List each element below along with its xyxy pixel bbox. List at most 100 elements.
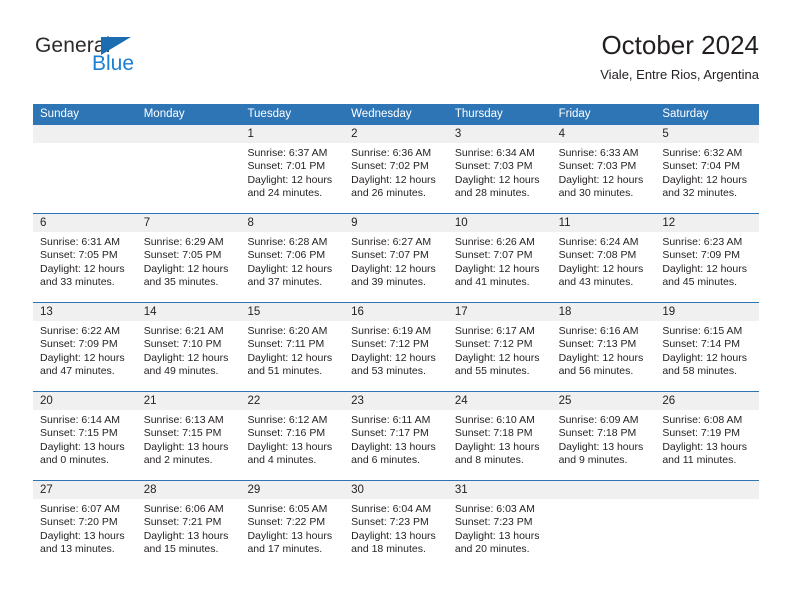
sunrise-text: Sunrise: 6:13 AM — [143, 414, 224, 426]
day-cell[interactable]: Sunrise: 6:37 AM Sunset: 7:01 PM Daylight:… — [240, 143, 344, 213]
daylight-text: Daylight: 12 hours — [351, 351, 436, 364]
sunset-text: Sunset: 7:23 PM — [454, 516, 533, 529]
sunset-text: Sunset: 7:11 PM — [247, 338, 325, 351]
day-number[interactable]: 27 — [33, 481, 137, 499]
day-number[interactable]: 7 — [137, 214, 241, 232]
day-cell[interactable]: Sunrise: 6:04 AM Sunset: 7:23 PM Daylight:… — [344, 499, 448, 569]
brand-logo[interactable]: General Blue — [35, 34, 255, 75]
day-number[interactable]: 26 — [655, 392, 759, 410]
daylight-text-cont: and 55 minutes. — [454, 365, 530, 378]
day-number[interactable]: 24 — [448, 392, 552, 410]
day-cell[interactable]: Sunrise: 6:19 AM Sunset: 7:12 PM Daylight:… — [344, 321, 448, 391]
day-number[interactable]: 8 — [240, 214, 344, 232]
day-cell-empty — [552, 499, 656, 569]
calendar-week-row: 27 28 29 30 31 Sunrise: 6:07 AM Sunset: 7:20 P… — [33, 480, 759, 569]
daylight-text-cont: and 43 minutes. — [558, 276, 634, 289]
day-number[interactable]: 14 — [137, 303, 241, 321]
day-cell[interactable]: Sunrise: 6:31 AM Sunset: 7:05 PM Daylight:… — [33, 232, 137, 302]
day-cell[interactable]: Sunrise: 6:21 AM Sunset: 7:10 PM Daylight:… — [137, 321, 241, 391]
day-number[interactable]: 5 — [655, 125, 759, 143]
day-cell[interactable]: Sunrise: 6:14 AM Sunset: 7:15 PM Daylight:… — [33, 410, 137, 480]
day-number[interactable]: 31 — [448, 481, 552, 499]
daylight-text: Daylight: 13 hours — [558, 440, 644, 453]
day-cell[interactable]: Sunrise: 6:20 AM Sunset: 7:11 PM Daylight:… — [240, 321, 344, 391]
daylight-text: Daylight: 13 hours — [143, 440, 229, 453]
day-number[interactable]: 13 — [33, 303, 137, 321]
day-cell[interactable]: Sunrise: 6:06 AM Sunset: 7:21 PM Daylight:… — [137, 499, 241, 569]
day-cell[interactable]: Sunrise: 6:12 AM Sunset: 7:16 PM Daylight:… — [240, 410, 344, 480]
sunset-text: Sunset: 7:09 PM — [662, 249, 740, 262]
day-cell[interactable]: Sunrise: 6:03 AM Sunset: 7:23 PM Daylight:… — [448, 499, 552, 569]
day-number[interactable]: 11 — [552, 214, 656, 232]
daylight-text-cont: and 58 minutes. — [662, 365, 738, 378]
day-cell[interactable]: Sunrise: 6:36 AM Sunset: 7:02 PM Daylight:… — [344, 143, 448, 213]
sunset-text: Sunset: 7:01 PM — [247, 160, 326, 173]
day-cell[interactable]: Sunrise: 6:10 AM Sunset: 7:18 PM Daylight:… — [448, 410, 552, 480]
day-number[interactable]: 9 — [344, 214, 448, 232]
day-number[interactable]: 20 — [33, 392, 137, 410]
day-number[interactable]: 29 — [240, 481, 344, 499]
day-number[interactable]: 16 — [344, 303, 448, 321]
day-number[interactable]: 4 — [552, 125, 656, 143]
daylight-text-cont: and 15 minutes. — [143, 543, 219, 556]
daylight-text: Daylight: 13 hours — [143, 529, 229, 542]
day-number[interactable]: 18 — [552, 303, 656, 321]
daylight-text-cont: and 33 minutes. — [40, 276, 115, 289]
day-cell[interactable]: Sunrise: 6:15 AM Sunset: 7:14 PM Daylight:… — [655, 321, 759, 391]
day-number[interactable]: 28 — [137, 481, 241, 499]
sunrise-text: Sunrise: 6:26 AM — [454, 236, 535, 248]
sunrise-text: Sunrise: 6:04 AM — [351, 503, 432, 515]
daylight-text: Daylight: 13 hours — [454, 529, 540, 542]
day-number[interactable]: 6 — [33, 214, 137, 232]
sunset-text: Sunset: 7:10 PM — [143, 338, 222, 351]
day-number[interactable]: 17 — [448, 303, 552, 321]
day-cell[interactable]: Sunrise: 6:33 AM Sunset: 7:03 PM Daylight:… — [552, 143, 656, 213]
day-cell[interactable]: Sunrise: 6:29 AM Sunset: 7:05 PM Daylight:… — [137, 232, 241, 302]
daylight-text-cont: and 2 minutes. — [143, 454, 213, 467]
day-cell[interactable]: Sunrise: 6:27 AM Sunset: 7:07 PM Daylight:… — [344, 232, 448, 302]
day-cell[interactable]: Sunrise: 6:09 AM Sunset: 7:18 PM Daylight:… — [552, 410, 656, 480]
day-number[interactable]: 1 — [240, 125, 344, 143]
sunset-text: Sunset: 7:04 PM — [662, 160, 740, 173]
week-daynumber-band: 6 7 8 9 10 11 12 — [33, 214, 759, 232]
page-title: October 2024 — [601, 30, 759, 60]
daylight-text-cont: and 39 minutes. — [351, 276, 426, 289]
day-number[interactable]: 10 — [448, 214, 552, 232]
day-cell[interactable]: Sunrise: 6:22 AM Sunset: 7:09 PM Daylight:… — [33, 321, 137, 391]
sunset-text: Sunset: 7:23 PM — [351, 516, 429, 529]
day-number[interactable]: 21 — [137, 392, 241, 410]
day-number[interactable]: 23 — [344, 392, 448, 410]
day-cell[interactable]: Sunrise: 6:07 AM Sunset: 7:20 PM Daylight:… — [33, 499, 137, 569]
day-cell[interactable]: Sunrise: 6:28 AM Sunset: 7:06 PM Daylight:… — [240, 232, 344, 302]
day-cell[interactable]: Sunrise: 6:32 AM Sunset: 7:04 PM Daylight:… — [655, 143, 759, 213]
daylight-text: Daylight: 13 hours — [247, 529, 333, 542]
day-number[interactable]: 3 — [448, 125, 552, 143]
day-number[interactable]: 22 — [240, 392, 344, 410]
sunset-text: Sunset: 7:17 PM — [351, 427, 429, 440]
day-number[interactable]: 30 — [344, 481, 448, 499]
day-cell[interactable]: Sunrise: 6:08 AM Sunset: 7:19 PM Daylight:… — [655, 410, 759, 480]
daylight-text: Daylight: 12 hours — [454, 351, 540, 364]
sunrise-text: Sunrise: 6:37 AM — [247, 147, 328, 159]
day-number[interactable]: 2 — [344, 125, 448, 143]
sunrise-text: Sunrise: 6:33 AM — [558, 147, 639, 159]
daylight-text-cont: and 9 minutes. — [558, 454, 628, 467]
sunrise-text: Sunrise: 6:14 AM — [40, 414, 120, 426]
day-cell[interactable]: Sunrise: 6:17 AM Sunset: 7:12 PM Daylight:… — [448, 321, 552, 391]
day-cell[interactable]: Sunrise: 6:05 AM Sunset: 7:22 PM Daylight:… — [240, 499, 344, 569]
day-cell[interactable]: Sunrise: 6:23 AM Sunset: 7:09 PM Daylight:… — [655, 232, 759, 302]
day-number[interactable]: 19 — [655, 303, 759, 321]
day-cell[interactable]: Sunrise: 6:13 AM Sunset: 7:15 PM Daylight:… — [137, 410, 241, 480]
day-cell[interactable]: Sunrise: 6:11 AM Sunset: 7:17 PM Daylight:… — [344, 410, 448, 480]
day-cell[interactable]: Sunrise: 6:24 AM Sunset: 7:08 PM Daylight:… — [552, 232, 656, 302]
day-number[interactable]: 25 — [552, 392, 656, 410]
day-cell[interactable]: Sunrise: 6:26 AM Sunset: 7:07 PM Daylight:… — [448, 232, 552, 302]
day-number[interactable]: 12 — [655, 214, 759, 232]
day-number[interactable]: 15 — [240, 303, 344, 321]
day-cell[interactable]: Sunrise: 6:34 AM Sunset: 7:03 PM Daylight:… — [448, 143, 552, 213]
daylight-text-cont: and 37 minutes. — [247, 276, 323, 289]
day-cell[interactable]: Sunrise: 6:16 AM Sunset: 7:13 PM Daylight:… — [552, 321, 656, 391]
sunset-text: Sunset: 7:03 PM — [454, 160, 533, 173]
daylight-text: Daylight: 12 hours — [40, 262, 125, 275]
daylight-text-cont: and 28 minutes. — [454, 187, 530, 200]
